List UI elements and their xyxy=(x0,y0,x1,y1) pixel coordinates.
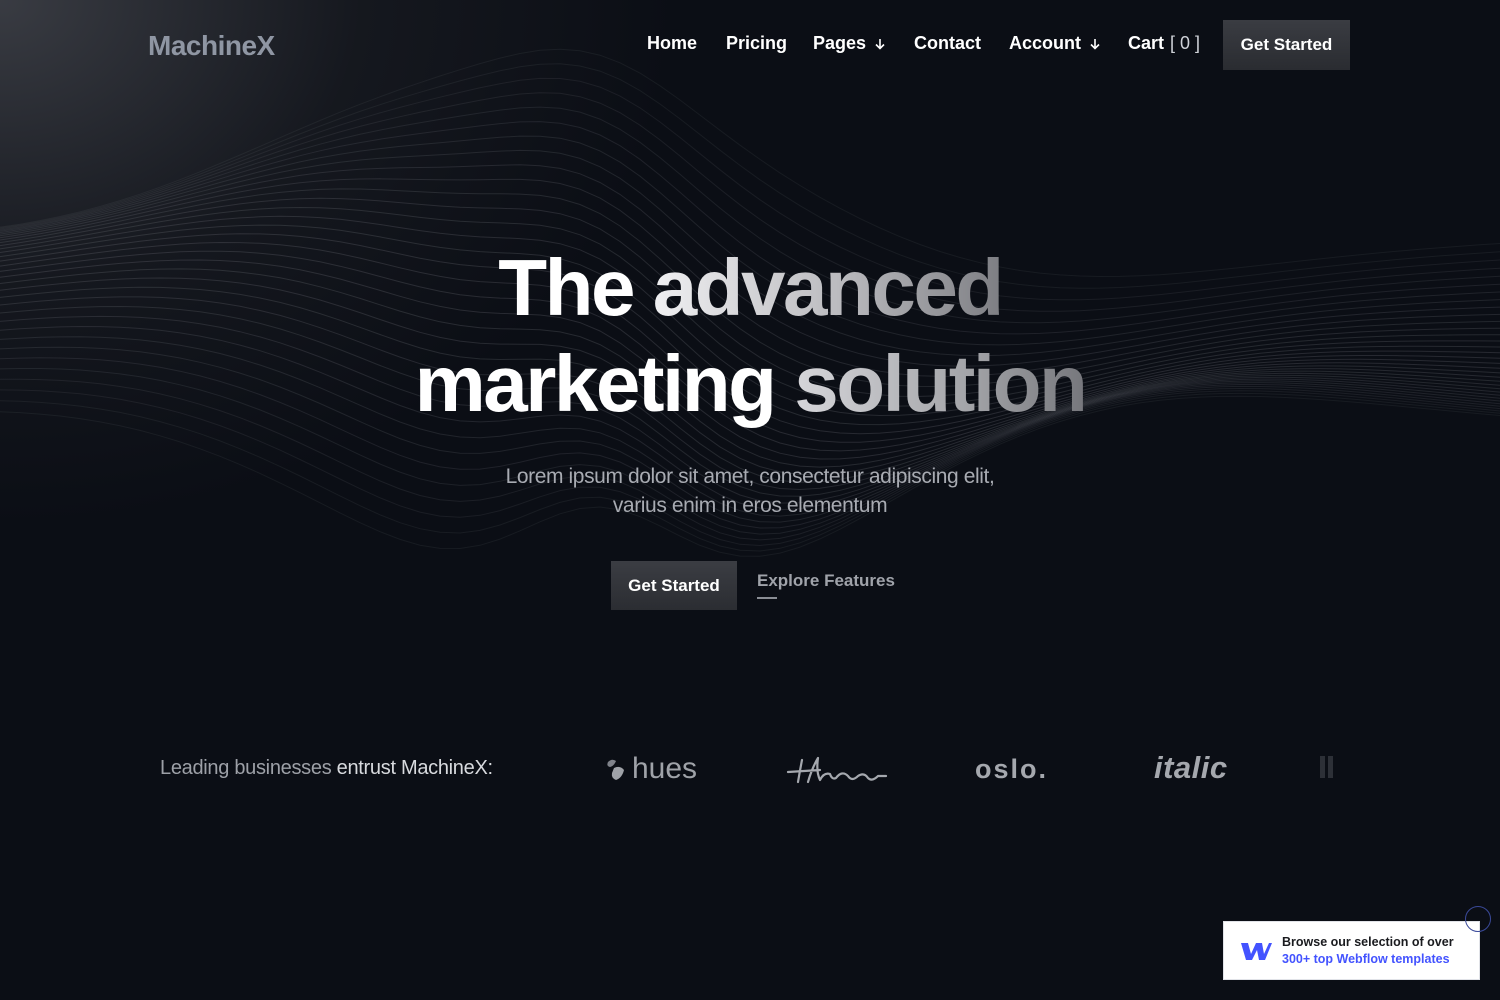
hero-get-started-button[interactable]: Get Started xyxy=(611,561,737,610)
nav-pricing-label: Pricing xyxy=(726,33,788,53)
corner-circle-icon xyxy=(1465,906,1491,932)
brand-logo-oslo: oslo. xyxy=(975,754,1049,784)
brand-logo-partial xyxy=(1318,752,1342,789)
nav-cart[interactable]: Cart [ 0 ] xyxy=(1128,33,1200,54)
brand-logo-italic: italic xyxy=(1154,750,1228,785)
brand-logo-hues-text: hues xyxy=(632,752,698,785)
nav-cart-label: Cart xyxy=(1128,33,1165,53)
brand-logo-theo: theo xyxy=(786,752,890,793)
webflow-icon xyxy=(1241,942,1272,960)
hero-subtitle: Lorem ipsum dolor sit amet, consectetur … xyxy=(0,462,1500,520)
trust-label-b: entrust MachineX: xyxy=(336,757,493,779)
explore-features-underline xyxy=(757,597,777,599)
theo-signature-logo xyxy=(786,756,888,784)
chevron-down-icon xyxy=(875,38,885,50)
hero-title-line2-b: solution xyxy=(794,339,1088,428)
brand-logo-hues: hues xyxy=(604,752,697,786)
nav-contact[interactable]: Contact xyxy=(914,33,981,54)
partial-logo-icon xyxy=(1320,756,1333,778)
chevron-down-icon xyxy=(1090,38,1100,50)
hero-title-line1-b: advanced xyxy=(652,243,1005,332)
nav-account[interactable]: Account xyxy=(1009,33,1101,54)
nav-contact-label: Contact xyxy=(914,33,981,53)
hero-subtitle-line2: varius enim in eros elementum xyxy=(612,494,888,517)
nav-pages-label: Pages xyxy=(813,33,867,53)
webflow-badge-text: Browse our selection of over 300+ top We… xyxy=(1282,935,1454,966)
hues-logo-icon xyxy=(607,759,624,780)
nav-home-label: Home xyxy=(647,33,698,53)
webflow-badge[interactable]: Browse our selection of over 300+ top We… xyxy=(1223,921,1480,980)
nav-get-started-button[interactable]: Get Started xyxy=(1223,20,1350,70)
cart-count: [ 0 ] xyxy=(1170,33,1201,53)
nav-pricing[interactable]: Pricing xyxy=(726,33,787,54)
nav-pages[interactable]: Pages xyxy=(813,33,886,54)
explore-features-link[interactable]: Explore Features xyxy=(757,571,895,591)
webflow-badge-line2: 300+ top Webflow templates xyxy=(1282,952,1450,966)
hero-subtitle-line1: Lorem ipsum dolor sit amet, consectetur … xyxy=(505,465,995,488)
trust-label: Leading businesses entrust MachineX: xyxy=(160,757,493,780)
nav-account-label: Account xyxy=(1009,33,1081,53)
hero-title-line1-a: The xyxy=(498,243,653,332)
nav-home[interactable]: Home xyxy=(647,33,697,54)
hero-title-line2-a: marketing xyxy=(414,339,795,428)
hero-title: The advanced marketing solution xyxy=(0,240,1500,432)
trust-label-a: Leading businesses xyxy=(160,757,337,779)
webflow-badge-line1: Browse our selection of over xyxy=(1282,935,1454,949)
